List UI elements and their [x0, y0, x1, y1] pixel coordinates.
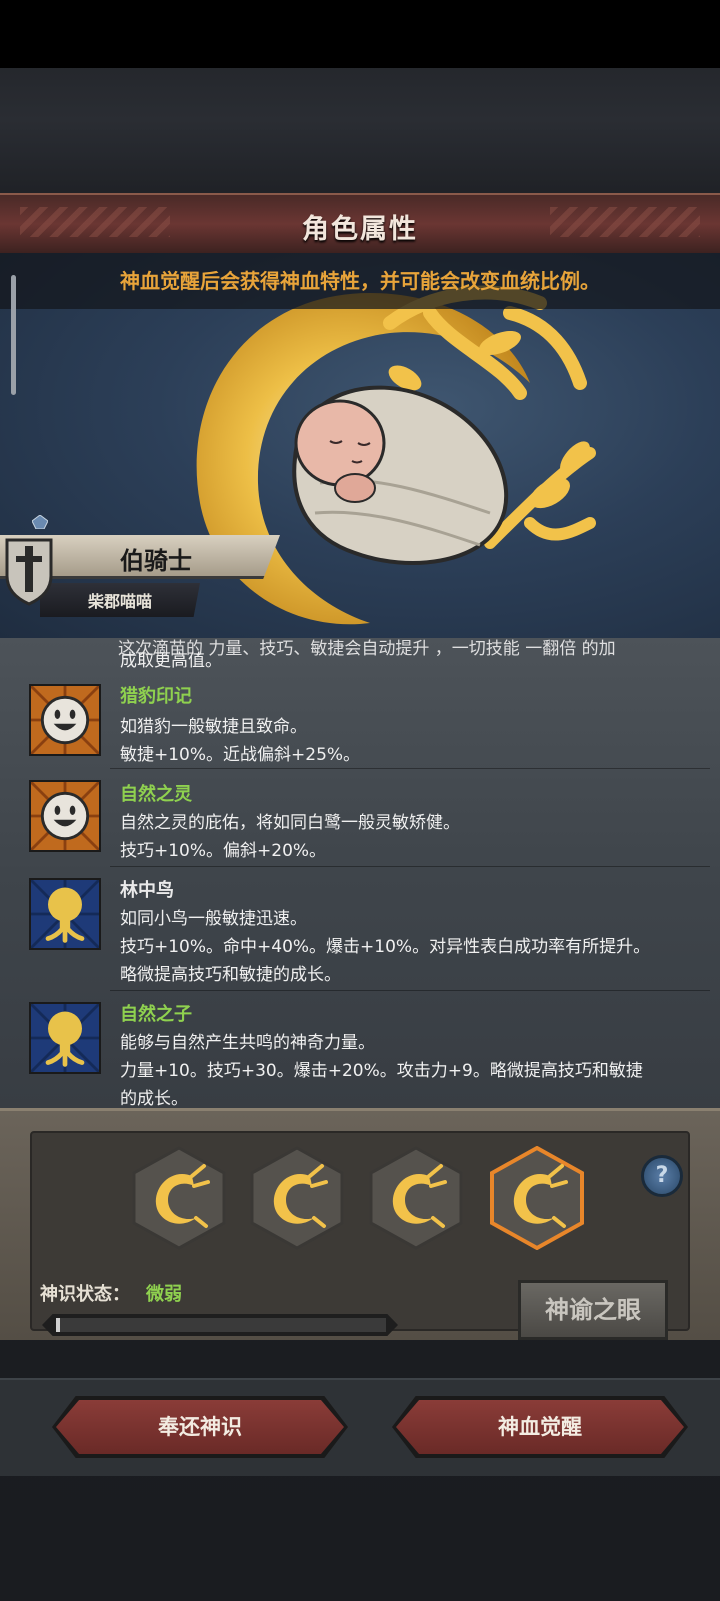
- trait-name: 猎豹印记: [120, 686, 192, 707]
- trait-desc: 自然之灵的庇佑，将如同白鹭一般灵敏矫健。: [120, 813, 460, 833]
- trait-desc: 能够与自然产生共鸣的神奇力量。: [120, 1033, 375, 1053]
- oracle-eye-button[interactable]: 神谕之眼: [518, 1280, 668, 1340]
- divine-seal-slot-2[interactable]: [250, 1146, 344, 1250]
- divine-seal-slot-1[interactable]: [132, 1146, 226, 1250]
- trait-effect: 敏捷+10%。近战偏斜+25%。: [120, 745, 361, 765]
- divider: [110, 990, 710, 991]
- help-button[interactable]: ?: [641, 1155, 683, 1197]
- progress-fill: [56, 1318, 60, 1332]
- knight-shield-icon: [5, 538, 53, 606]
- character-portrait-area: 神血觉醒后会获得神血特性，并可能会改变血统比例。 伯骑士 柴郡喵喵: [0, 253, 720, 638]
- divider: [110, 768, 710, 769]
- trait-growth: 的成长。: [120, 1089, 188, 1108]
- divine-seal-slot-3[interactable]: [369, 1146, 463, 1250]
- trait-desc-partial-end: 成取更高值。: [120, 651, 222, 671]
- divine-seal-slot-4-selected[interactable]: [490, 1146, 584, 1250]
- trait-name: 自然之灵: [120, 784, 192, 805]
- trait-list[interactable]: 这次滴苗的 力量、技巧、敏捷会自动提升 ，一切技能 一翻倍 的加 成取更高值。 …: [0, 638, 720, 1108]
- moon-tree-baby-illustration: [196, 285, 596, 625]
- trait-effect: 技巧+10%。偏斜+20%。: [120, 841, 327, 861]
- trait-effect: 技巧+10%。命中+40%。爆击+10%。对异性表白成功率有所提升。: [120, 937, 651, 957]
- divine-blood-awaken-button[interactable]: 神血觉醒: [396, 1400, 684, 1454]
- golden-tree-icon: [29, 1002, 101, 1074]
- smile-face-icon: [29, 780, 101, 852]
- trait-desc: 如同小鸟一般敏捷迅速。: [120, 909, 307, 929]
- trait-growth: 略微提高技巧和敏捷的成长。: [120, 965, 341, 985]
- divine-sense-status-value: 微弱: [146, 1284, 182, 1305]
- status-bar: [0, 0, 720, 68]
- trait-name: 自然之子: [120, 1004, 192, 1025]
- owner-name: 柴郡喵喵: [88, 592, 153, 611]
- action-bar: 奉还神识 神血觉醒: [0, 1378, 720, 1476]
- golden-tree-icon: [29, 878, 101, 950]
- trait-name: 林中鸟: [120, 880, 174, 901]
- trait-desc: 如猎豹一般敏捷且致命。: [120, 717, 307, 737]
- progress-track: [56, 1318, 386, 1332]
- rank-gem-icon: [32, 515, 48, 529]
- awakening-notice: 神血觉醒后会获得神血特性，并可能会改变血统比例。: [0, 253, 720, 309]
- divider: [110, 866, 710, 867]
- owner-banner: 柴郡喵喵: [40, 583, 200, 617]
- page-title: 角色属性: [302, 214, 418, 245]
- smile-face-icon: [29, 684, 101, 756]
- scrollbar-thumb[interactable]: [11, 275, 16, 395]
- rank-title: 伯骑士: [120, 547, 192, 575]
- divine-sense-progress-bar: [42, 1314, 398, 1336]
- screen: { "header": { "title": "角色属性" }, "hero":…: [0, 0, 720, 1601]
- divine-sense-status-label: 神识状态：: [40, 1284, 130, 1305]
- title-bar: 角色属性: [0, 193, 720, 253]
- trait-effect: 力量+10。技巧+30。爆击+20%。攻击力+9。略微提高技巧和敏捷: [120, 1061, 643, 1081]
- return-divine-sense-button[interactable]: 奉还神识: [56, 1400, 344, 1454]
